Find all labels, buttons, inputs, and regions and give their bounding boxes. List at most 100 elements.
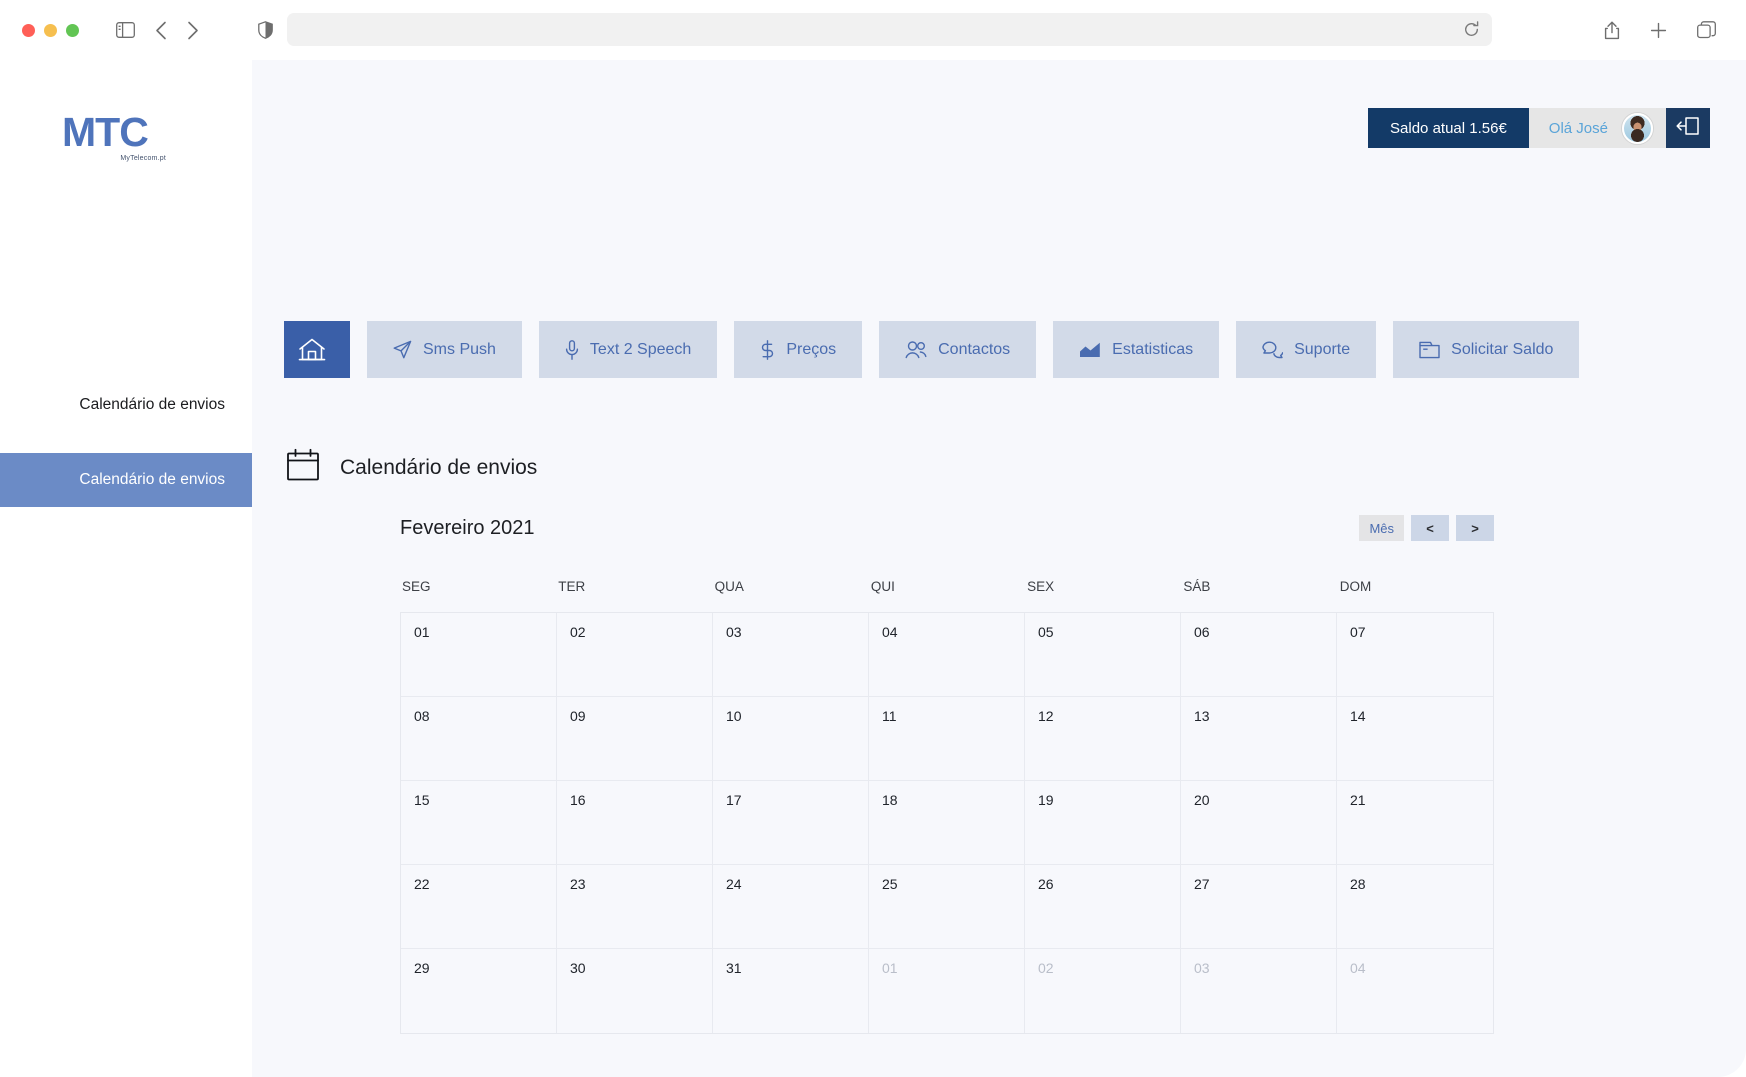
calendar-day-number: 22 [414, 876, 430, 892]
calendar-day-cell[interactable]: 19 [1025, 781, 1181, 865]
calendar-day-cell[interactable]: 07 [1337, 613, 1493, 697]
tab-text-2-speech-label: Text 2 Speech [589, 340, 692, 358]
browser-right-actions [1604, 0, 1716, 60]
calendar-day-cell[interactable]: 03 [713, 613, 869, 697]
calendar-view-month-button[interactable]: Mês [1359, 515, 1404, 541]
calendar-day-cell[interactable]: 31 [713, 949, 869, 1033]
calendar-prev-button[interactable]: < [1411, 515, 1449, 541]
tab-estatisticas[interactable]: Estatisticas [1053, 321, 1220, 378]
logout-button[interactable] [1666, 108, 1710, 148]
user-bar: Saldo atual 1.56€ Olá José [1368, 108, 1710, 148]
tab-home[interactable] [284, 321, 350, 378]
balance-badge[interactable]: Saldo atual 1.56€ [1368, 108, 1529, 148]
calendar-weekday: SEX [1027, 579, 1055, 594]
reload-icon[interactable] [1463, 21, 1480, 38]
privacy-shield-icon[interactable] [258, 20, 273, 39]
calendar-day-number: 26 [1038, 876, 1054, 892]
share-icon[interactable] [1604, 20, 1620, 40]
calendar-day-number: 21 [1350, 792, 1366, 808]
calendar-day-cell[interactable]: 11 [869, 697, 1025, 781]
tab-solicitar-saldo-label: Solicitar Saldo [1451, 340, 1554, 358]
calendar-day-cell[interactable]: 06 [1181, 613, 1337, 697]
tab-sms-push-label: Sms Push [423, 340, 496, 358]
sidebar-toggle-icon[interactable] [116, 22, 135, 38]
calendar-day-cell[interactable]: 01 [401, 613, 557, 697]
calendar-day-cell[interactable]: 04 [1337, 949, 1493, 1033]
avatar[interactable] [1622, 112, 1653, 144]
maximize-window-button[interactable] [66, 23, 79, 37]
calendar-day-number: 17 [726, 792, 742, 808]
calendar-day-number: 12 [1038, 708, 1054, 724]
calendar-day-number: 14 [1350, 708, 1366, 724]
calendar-day-number: 20 [1194, 792, 1210, 808]
forward-arrow-icon[interactable] [187, 21, 199, 40]
calendar-day-cell[interactable]: 24 [713, 865, 869, 949]
close-window-button[interactable] [22, 23, 35, 37]
calendar-day-cell[interactable]: 02 [557, 613, 713, 697]
calendar-day-number: 10 [726, 708, 742, 724]
tab-text-2-speech[interactable]: Text 2 Speech [538, 321, 718, 378]
calendar-day-cell[interactable]: 01 [869, 949, 1025, 1033]
calendar-day-cell[interactable]: 16 [557, 781, 713, 865]
wallet-icon [1419, 341, 1440, 359]
tab-solicitar-saldo[interactable]: Solicitar Saldo [1393, 321, 1580, 378]
calendar-day-cell[interactable]: 09 [557, 697, 713, 781]
calendar-day-number: 27 [1194, 876, 1210, 892]
calendar-day-cell[interactable]: 05 [1025, 613, 1181, 697]
calendar-day-cell[interactable]: 25 [869, 865, 1025, 949]
tab-contactos[interactable]: Contactos [879, 321, 1037, 378]
back-arrow-icon[interactable] [155, 21, 167, 40]
calendar-day-cell[interactable]: 02 [1025, 949, 1181, 1033]
calendar-day-cell[interactable]: 20 [1181, 781, 1337, 865]
calendar-day-cell[interactable]: 13 [1181, 697, 1337, 781]
chart-icon [1079, 342, 1101, 358]
calendar-day-cell[interactable]: 28 [1337, 865, 1493, 949]
calendar-day-cell[interactable]: 30 [557, 949, 713, 1033]
calendar-day-number: 11 [882, 708, 897, 724]
calendar-day-number: 23 [570, 876, 586, 892]
tab-contactos-label: Contactos [938, 340, 1011, 358]
main-nav: Sms Push Text 2 Speech Preços Contactos … [284, 321, 1580, 378]
calendar-day-cell[interactable]: 29 [401, 949, 557, 1033]
sidebar-item-calendario-envios[interactable]: Calendário de envios [0, 378, 252, 432]
calendar-day-cell[interactable]: 03 [1181, 949, 1337, 1033]
calendar-day-cell[interactable]: 14 [1337, 697, 1493, 781]
calendar-icon [286, 448, 320, 487]
url-input[interactable] [287, 13, 1492, 46]
logo-wordmark: MTC [62, 109, 149, 155]
window-controls[interactable] [22, 23, 79, 37]
calendar-day-cell[interactable]: 08 [401, 697, 557, 781]
calendar-day-cell[interactable]: 22 [401, 865, 557, 949]
tab-precos[interactable]: Preços [734, 321, 863, 378]
calendar-day-cell[interactable]: 26 [1025, 865, 1181, 949]
tab-suporte[interactable]: Suporte [1236, 321, 1377, 378]
calendar-day-cell[interactable]: 10 [713, 697, 869, 781]
browser-window: MTC MyTelecom.pt Calendário de envios Ca… [0, 0, 1746, 1077]
tab-suporte-label: Suporte [1294, 340, 1351, 358]
calendar-day-number: 06 [1194, 624, 1210, 640]
plus-icon[interactable] [1650, 22, 1667, 39]
user-greeting[interactable]: Olá José [1528, 108, 1666, 148]
calendar-day-cell[interactable]: 17 [713, 781, 869, 865]
calendar-day-cell[interactable]: 12 [1025, 697, 1181, 781]
page-header: Calendário de envios [286, 448, 537, 487]
sidebar-item-label: Calendário de envios [79, 396, 225, 413]
tab-sms-push[interactable]: Sms Push [367, 321, 522, 378]
calendar-day-number: 09 [570, 708, 586, 724]
calendar-day-cell[interactable]: 04 [869, 613, 1025, 697]
calendar-day-cell[interactable]: 15 [401, 781, 557, 865]
calendar-day-number: 07 [1350, 624, 1366, 640]
calendar-next-button[interactable]: > [1456, 515, 1494, 541]
calendar-day-cell[interactable]: 18 [869, 781, 1025, 865]
minimize-window-button[interactable] [44, 23, 57, 37]
calendar-day-number: 28 [1350, 876, 1366, 892]
balance-label: Saldo atual 1.56€ [1390, 119, 1507, 137]
calendar-day-cell[interactable]: 21 [1337, 781, 1493, 865]
sidebar-item-calendario-envios-active[interactable]: Calendário de envios [0, 453, 252, 507]
app-logo[interactable]: MTC MyTelecom.pt [62, 109, 166, 163]
calendar-day-cell[interactable]: 27 [1181, 865, 1337, 949]
sidebar-item-label: Calendário de envios [79, 471, 225, 488]
tab-overview-icon[interactable] [1697, 21, 1716, 39]
browser-chrome [0, 0, 1746, 60]
calendar-day-cell[interactable]: 23 [557, 865, 713, 949]
